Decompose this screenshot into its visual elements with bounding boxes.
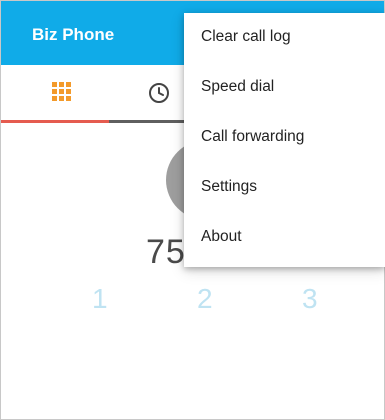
menu-item-label: About <box>201 228 242 245</box>
menu-item-label: Settings <box>201 178 258 195</box>
menu-item-label: Call forwarding <box>201 128 305 145</box>
dialpad-key-1[interactable]: 1 <box>92 283 108 315</box>
phone-number-display: 75 <box>146 233 186 271</box>
menu-item-clear-call-log[interactable]: Clear call log <box>184 13 385 63</box>
menu-item-label: Speed dial <box>201 78 275 95</box>
menu-item-settings[interactable]: Settings <box>184 163 385 213</box>
menu-item-call-forwarding[interactable]: Call forwarding <box>184 113 385 163</box>
clock-icon <box>149 83 169 103</box>
overflow-menu: Clear call log Speed dial Call forwardin… <box>184 13 385 267</box>
app-title: Biz Phone <box>32 25 115 44</box>
menu-item-label: Clear call log <box>201 28 291 45</box>
dialpad-key-2[interactable]: 2 <box>197 283 213 315</box>
menu-item-speed-dial[interactable]: Speed dial <box>184 63 385 113</box>
dialpad-grid-icon <box>52 82 72 102</box>
tab-dialpad[interactable] <box>1 65 109 123</box>
dialpad-key-3[interactable]: 3 <box>302 283 318 315</box>
active-tab-indicator <box>1 120 109 123</box>
menu-item-about[interactable]: About <box>184 213 385 263</box>
